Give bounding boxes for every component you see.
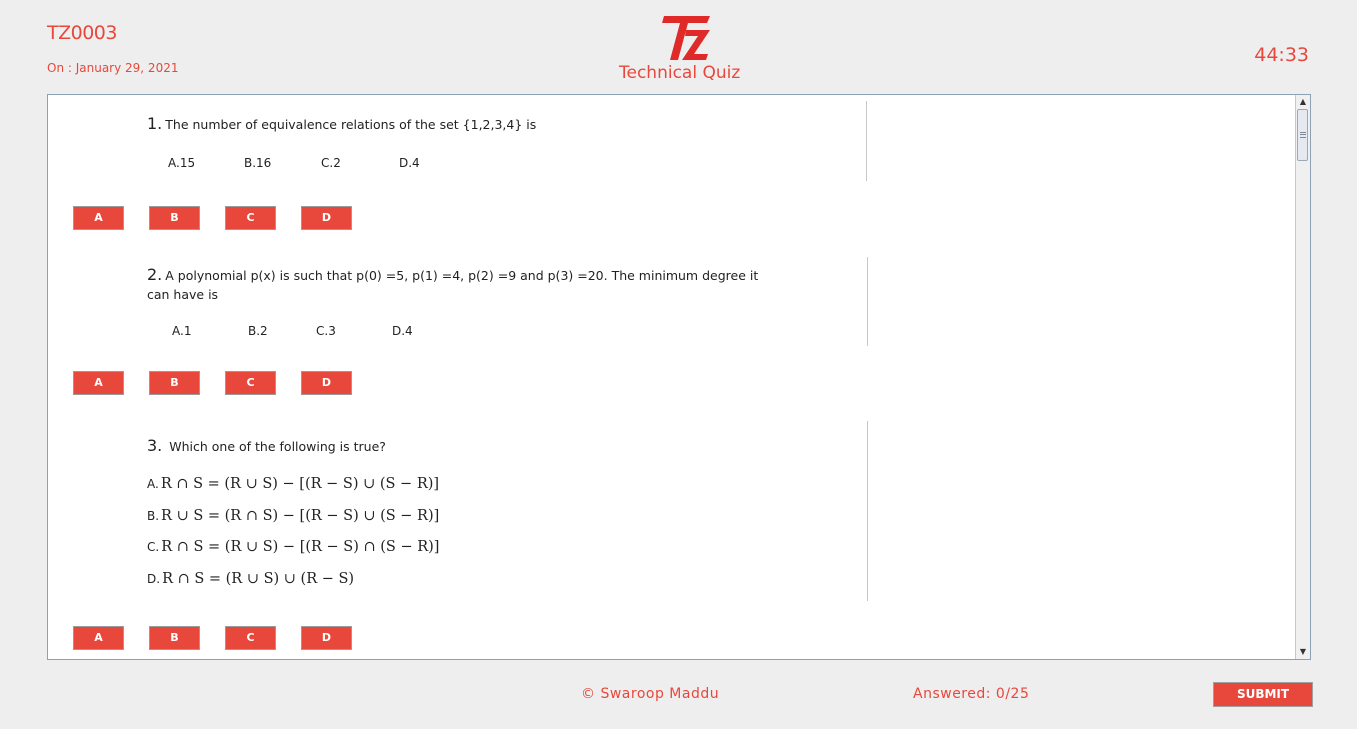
answer-a-button[interactable]: A [73, 371, 124, 395]
answer-d-button[interactable]: D [301, 206, 352, 230]
answer-d-button[interactable]: D [301, 371, 352, 395]
quiz-code: TZ0003 [47, 22, 117, 44]
quiz-scroll-panel[interactable]: 1. The number of equivalence relations of… [47, 94, 1311, 660]
option-expression: R ∩ S = (R ∪ S) ∪ (R − S) [162, 571, 355, 587]
divider [867, 257, 868, 346]
question-text: Which one of the following is true? [169, 439, 386, 454]
option-d: D.4 [392, 324, 413, 338]
option-expression: R ∩ S = (R ∪ S) − [(R − S) ∪ (S − R)] [160, 476, 440, 492]
vertical-scrollbar[interactable]: ▲ ▼ [1295, 95, 1310, 659]
option-letter: C. [147, 540, 160, 554]
option-a: A. R ∩ S = (R ∪ S) − [(R − S) ∪ (S − R)] [147, 476, 439, 492]
option-c: C.3 [316, 324, 336, 338]
answer-c-button[interactable]: C [225, 206, 276, 230]
question-number: 3. [147, 436, 163, 455]
question-3: 3. Which one of the following is true? [147, 436, 777, 456]
question-text: A polynomial p(x) is such that p(0) =5, … [147, 268, 759, 302]
countdown-timer: 44:33 [1254, 44, 1309, 66]
divider [866, 101, 867, 181]
question-2: 2. A polynomial p(x) is such that p(0) =5… [147, 265, 777, 304]
option-letter: D. [147, 572, 161, 586]
answer-a-button[interactable]: A [73, 206, 124, 230]
option-d: D. R ∩ S = (R ∪ S) ∪ (R − S) [147, 571, 354, 587]
question-text: The number of equivalence relations of t… [165, 117, 537, 132]
question-1: 1. The number of equivalence relations of… [147, 114, 777, 134]
scrollbar-thumb[interactable] [1297, 109, 1308, 161]
app-title: Technical Quiz [619, 63, 741, 83]
option-a: A.1 [172, 324, 192, 338]
scroll-up-icon[interactable]: ▲ [1296, 95, 1310, 109]
option-letter: A. [147, 477, 159, 491]
option-b: B.16 [244, 156, 272, 170]
option-c: C. R ∩ S = (R ∪ S) − [(R − S) ∩ (S − R)] [147, 539, 439, 555]
grip-icon [1300, 132, 1306, 138]
option-a: A.15 [168, 156, 196, 170]
quiz-date: On : January 29, 2021 [47, 61, 179, 75]
option-c: C.2 [321, 156, 341, 170]
submit-button[interactable]: SUBMIT [1213, 682, 1313, 707]
option-d: D.4 [399, 156, 420, 170]
question-number: 2. [147, 265, 163, 284]
answer-a-button[interactable]: A [73, 626, 124, 650]
scroll-down-icon[interactable]: ▼ [1296, 645, 1310, 659]
option-expression: R ∩ S = (R ∪ S) − [(R − S) ∩ (S − R)] [161, 539, 440, 555]
option-b: B. R ∪ S = (R ∩ S) − [(R − S) ∪ (S − R)] [147, 508, 439, 524]
answer-c-button[interactable]: C [225, 371, 276, 395]
answer-b-button[interactable]: B [149, 371, 200, 395]
answered-count: Answered: 0/25 [913, 686, 1030, 702]
option-b: B.2 [248, 324, 268, 338]
copyright-text: © Swaroop Maddu [581, 686, 720, 702]
answer-c-button[interactable]: C [225, 626, 276, 650]
answer-d-button[interactable]: D [301, 626, 352, 650]
option-expression: R ∪ S = (R ∩ S) − [(R − S) ∪ (S − R)] [161, 508, 440, 524]
tz-logo-icon [662, 16, 710, 60]
option-letter: B. [147, 509, 160, 523]
answer-b-button[interactable]: B [149, 206, 200, 230]
question-number: 1. [147, 114, 163, 133]
answer-b-button[interactable]: B [149, 626, 200, 650]
divider [867, 421, 868, 601]
